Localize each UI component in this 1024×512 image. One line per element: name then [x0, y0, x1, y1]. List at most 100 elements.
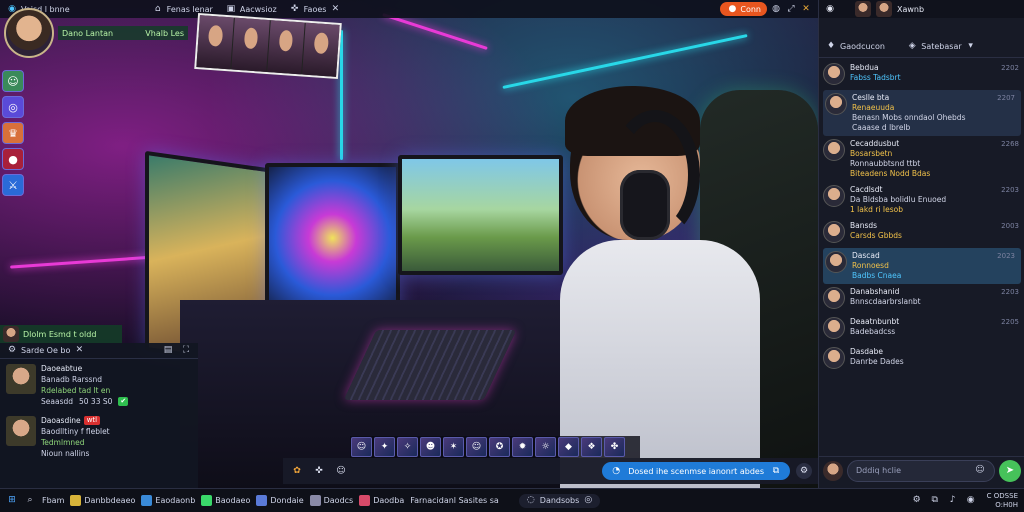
taskbar-item[interactable]: Farnacidanl Sasites sa	[410, 496, 499, 505]
taskbar-item[interactable]: Daodba	[359, 495, 404, 506]
emoji-icon[interactable]: ☺	[974, 465, 986, 477]
settings-icon[interactable]: ⚙	[796, 463, 812, 479]
chat-message[interactable]: Bebdua 2202 Fabss Tadsbrt	[819, 60, 1024, 90]
live-pill[interactable]: ● Conn	[720, 2, 767, 16]
live-status[interactable]: ● Conn ◍ ⤢ ✕	[714, 0, 818, 18]
clock[interactable]: C ODSSE O:H0H	[987, 492, 1018, 510]
avatar[interactable]	[855, 1, 871, 17]
avatar	[823, 185, 845, 207]
share-icon[interactable]: ⚙	[911, 495, 923, 507]
bell-icon[interactable]: ◉	[965, 495, 977, 507]
bell-icon[interactable]: ♦	[825, 41, 837, 53]
message-time: 2203	[1001, 288, 1019, 296]
trophy-icon[interactable]: ♛	[2, 122, 24, 144]
chat-header-title: Gaodcucon	[840, 42, 885, 51]
stream-actions-bar: ✿ ✜ ☺ ◔ Dosed ihe scenmse ianonrt abdes …	[283, 458, 818, 484]
chevron-down-icon[interactable]: ▾	[965, 41, 977, 53]
reaction-icon[interactable]: ✿	[289, 463, 305, 479]
message-text: Badbs Cnaea	[852, 271, 902, 280]
close-icon[interactable]: ✕	[800, 3, 812, 15]
avatar[interactable]	[876, 1, 892, 17]
network-icon: ◌	[526, 495, 535, 505]
hotbar-slot[interactable]: ✪	[489, 437, 510, 457]
send-button[interactable]: ➤	[999, 459, 1021, 482]
message-text: Ronnoesd	[852, 261, 889, 270]
camera-icon[interactable]: ▤	[162, 345, 174, 357]
volume-icon[interactable]: ♪	[947, 495, 959, 507]
emoji-icon[interactable]: ☺	[333, 463, 349, 479]
taskbar-item[interactable]: Daodcs	[309, 495, 353, 506]
chat-input-bar: Dddiq hclie ☺ ➤	[819, 456, 1024, 484]
home-icon: ⌂	[154, 3, 161, 14]
neon-light	[502, 34, 748, 89]
record-icon[interactable]: ●	[2, 148, 24, 170]
chat-message[interactable]: Ceslle bta 2207 Renaeuuda Benasn Mobs onn…	[823, 90, 1021, 136]
close-icon[interactable]: ✕	[73, 345, 85, 357]
hotbar-slot[interactable]: ✦	[374, 437, 395, 457]
friend-status: Tedmlmned	[41, 438, 85, 447]
search-icon[interactable]: ⌕	[24, 495, 36, 507]
expand-icon[interactable]: ⤢	[785, 3, 797, 15]
settings-icon: ◎	[584, 495, 593, 505]
taskbar-item[interactable]: Fbam	[42, 496, 64, 505]
taskbar-item[interactable]: Baodaeo	[201, 495, 250, 506]
sword-icon[interactable]: ⚔	[2, 174, 24, 196]
message-text: Renaeuuda	[852, 103, 895, 112]
message-text: Bnnscdaarbrslanbt	[850, 297, 921, 306]
cam-feed	[231, 17, 270, 72]
cam-feed	[301, 22, 340, 77]
cam-feed	[266, 20, 305, 75]
app-icon	[309, 495, 321, 506]
friend-item[interactable]: Daoeabtue Banadb Rarssnd Rdelabed tad lt…	[0, 359, 198, 411]
avatar	[825, 251, 847, 273]
chat-message[interactable]: Deaatnbunbt 2205 Badebadcss	[819, 314, 1024, 344]
chat-message[interactable]: Bansds 2003 Carsds Gbbds	[819, 218, 1024, 248]
message-author: Danabshanid	[850, 287, 900, 296]
chat-messages[interactable]: Bebdua 2202 Fabss Tadsbrt Ceslle bta 2207 …	[819, 60, 1024, 456]
chat-message[interactable]: Danabshanid 2203 Bnnscdaarbrslanbt	[819, 284, 1024, 314]
hotbar-slot[interactable]: ☺	[351, 437, 372, 457]
streamer-avatar[interactable]	[4, 8, 54, 58]
cta-button[interactable]: ◔ Dosed ihe scenmse ianonrt abdes ⧉	[602, 462, 790, 480]
chat-icon: ◔	[612, 465, 621, 476]
neon-light	[382, 13, 488, 50]
chat-message[interactable]: Cecaddusbut 2268 Bosarsbetn Ronnaubbtsnd …	[819, 136, 1024, 182]
message-text: Biteadens Nodd Bdas	[850, 169, 931, 178]
taskbar-item[interactable]: Dondaie	[256, 495, 304, 506]
hotbar-slot[interactable]: ✹	[512, 437, 533, 457]
webcam-strip[interactable]	[194, 13, 342, 79]
windows-icon[interactable]: ⊞	[6, 495, 18, 507]
hotbar-slot[interactable]: ☻	[420, 437, 441, 457]
settings-icon[interactable]: ⚙	[6, 345, 18, 357]
taskbar-item[interactable]: Eaodaonb	[141, 495, 195, 506]
hotbar-slot[interactable]: ☼	[535, 437, 556, 457]
hotbar-slot[interactable]: ◆	[558, 437, 579, 457]
hotbar-slot[interactable]: ✤	[604, 437, 625, 457]
message-text: Da Bldsba bolidlu Enuoed	[850, 195, 947, 204]
message-author: Dascad	[852, 251, 880, 260]
discord-icon[interactable]: ◎	[2, 96, 24, 118]
chat-message[interactable]: Cacdlsdt 2203 Da Bldsba bolidlu Enuoed 1 …	[819, 182, 1024, 218]
hotbar-slot[interactable]: ✶	[443, 437, 464, 457]
gamepad-icon[interactable]: ✜	[311, 463, 327, 479]
chat-input[interactable]: Dddiq hclie ☺	[847, 459, 995, 482]
friend-item[interactable]: Daoasdine wtl Baodlltiny f fleblet Tedml…	[0, 411, 198, 463]
copy-icon[interactable]: ⧉	[929, 495, 941, 507]
taskbar-tray[interactable]: ◌ Dandsobs ◎	[518, 493, 601, 508]
globe-icon[interactable]: ◍	[770, 3, 782, 15]
chat-message[interactable]: Dascad 2023 Ronnoesd Badbs Cnaea	[823, 248, 1021, 284]
chat-message[interactable]: Dasdabe Danrbe Dades	[819, 344, 1024, 374]
avatar	[823, 139, 845, 161]
hotbar-slot[interactable]: ☺	[466, 437, 487, 457]
tab-3[interactable]: ✜ Faoes ✕	[283, 0, 348, 18]
taskbar-item[interactable]: Danbbdeaeo	[70, 495, 135, 506]
expand-icon[interactable]: ⛶	[180, 345, 192, 357]
hotbar-slot[interactable]: ❖	[581, 437, 602, 457]
close-icon[interactable]: ✕	[329, 3, 341, 15]
eye-icon[interactable]: ◉	[824, 3, 836, 15]
hotbar-slot[interactable]: ✧	[397, 437, 418, 457]
profile-icon[interactable]: ☺	[2, 70, 24, 92]
message-time: 2205	[1001, 318, 1019, 326]
share-icon: ⧉	[772, 465, 780, 476]
message-text: 1 lakd ri Iesob	[850, 205, 903, 214]
